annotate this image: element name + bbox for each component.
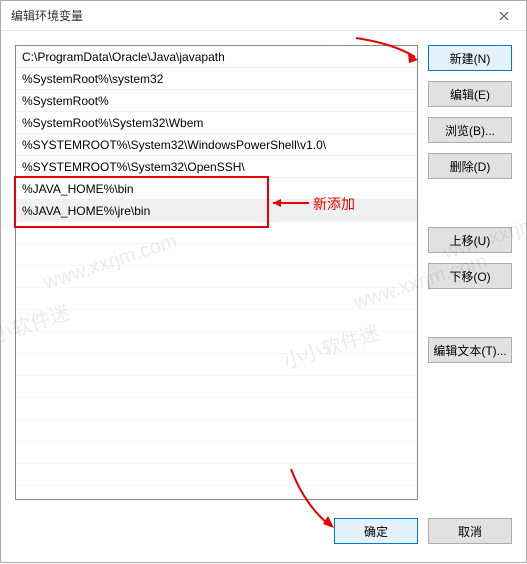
list-item[interactable]: C:\ProgramData\Oracle\Java\javapath <box>16 46 417 68</box>
browse-button[interactable]: 浏览(B)... <box>428 117 512 143</box>
dialog-buttons: 确定 取消 <box>15 518 512 544</box>
ok-button[interactable]: 确定 <box>334 518 418 544</box>
button-column: 新建(N) 编辑(E) 浏览(B)... 删除(D) 上移(U) 下移(O) 编… <box>428 45 512 500</box>
list-item[interactable]: %SYSTEMROOT%\System32\OpenSSH\ <box>16 156 417 178</box>
list-item[interactable]: %JAVA_HOME%\bin <box>16 178 417 200</box>
list-item[interactable]: %SystemRoot% <box>16 90 417 112</box>
list-item[interactable]: %SYSTEMROOT%\System32\WindowsPowerShell\… <box>16 134 417 156</box>
list-item[interactable]: %JAVA_HOME%\jre\bin <box>16 200 417 222</box>
titlebar: 编辑环境变量 <box>1 1 526 31</box>
delete-button[interactable]: 删除(D) <box>428 153 512 179</box>
movedown-button[interactable]: 下移(O) <box>428 263 512 289</box>
dialog-window: 编辑环境变量 C:\ProgramData\Oracle\Java\javapa… <box>0 0 527 563</box>
empty-list-area <box>16 222 417 486</box>
list-item[interactable]: %SystemRoot%\system32 <box>16 68 417 90</box>
close-icon <box>499 11 509 21</box>
edittext-button[interactable]: 编辑文本(T)... <box>428 337 512 363</box>
edit-button[interactable]: 编辑(E) <box>428 81 512 107</box>
cancel-button[interactable]: 取消 <box>428 518 512 544</box>
list-item[interactable]: %SystemRoot%\System32\Wbem <box>16 112 417 134</box>
new-button[interactable]: 新建(N) <box>428 45 512 71</box>
path-listbox[interactable]: C:\ProgramData\Oracle\Java\javapath %Sys… <box>15 45 418 500</box>
moveup-button[interactable]: 上移(U) <box>428 227 512 253</box>
window-title: 编辑环境变量 <box>11 7 83 24</box>
dialog-content: C:\ProgramData\Oracle\Java\javapath %Sys… <box>1 31 526 562</box>
close-button[interactable] <box>481 1 526 31</box>
